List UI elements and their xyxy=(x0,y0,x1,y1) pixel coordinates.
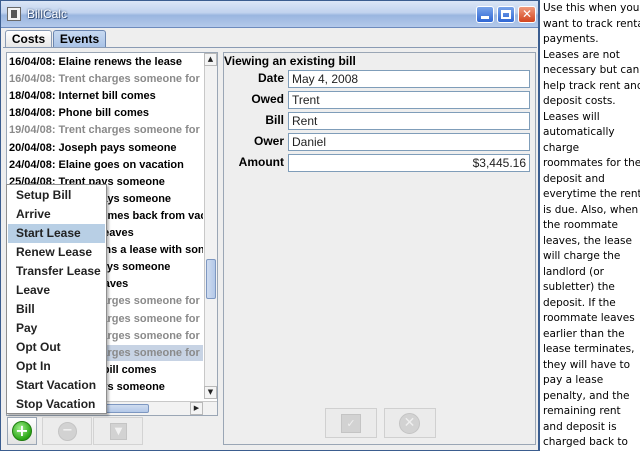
scroll-up-button[interactable]: ▲ xyxy=(204,53,217,66)
menu-item-bill[interactable]: Bill xyxy=(8,300,105,319)
bill-form: Viewing an existing bill ✓ ✕ Date May 4, … xyxy=(223,52,536,445)
date-label: Date xyxy=(257,71,284,85)
tab-events[interactable]: Events xyxy=(53,30,106,48)
amount-field[interactable]: $3,445.16 xyxy=(288,154,530,172)
help-text-line: Leases will xyxy=(543,110,600,123)
event-list-item[interactable]: 18/04/08: Internet bill comes xyxy=(9,88,203,104)
help-text-line: Use this when you xyxy=(543,2,640,14)
help-text-line: want to track rental xyxy=(543,17,640,30)
help-text-line: the roommate xyxy=(543,219,618,231)
help-text-line: earlier than the xyxy=(543,327,625,340)
arrow-down-icon: ▼ xyxy=(207,388,214,396)
scroll-down-button[interactable]: ▼ xyxy=(204,386,217,399)
help-text-line: payments. xyxy=(543,33,599,45)
window-title: BillCalc xyxy=(27,7,68,21)
event-list-item[interactable]: 19/04/08: Trent charges someone for xyxy=(9,122,203,138)
arrow-up-icon: ▲ xyxy=(207,55,214,63)
help-text-line: Leases are not xyxy=(543,48,620,61)
horizontal-scroll-thumb[interactable] xyxy=(105,404,149,413)
help-text-line: everytime the rent xyxy=(543,188,640,200)
help-text-line: necessary but can xyxy=(543,64,640,76)
check-icon: ✓ xyxy=(341,414,361,433)
help-text-line: deposit. If the xyxy=(543,296,616,309)
menu-item-start-lease[interactable]: Start Lease xyxy=(8,224,105,243)
event-list-item[interactable]: 20/04/08: Joseph pays someone xyxy=(9,140,203,156)
event-list-item[interactable]: 16/04/08: Trent charges someone for xyxy=(9,71,203,87)
add-event-button[interactable]: + xyxy=(7,417,37,445)
help-text-line: landlord (or xyxy=(543,265,604,278)
help-text-line: roommate leaves xyxy=(543,312,635,324)
date-field[interactable]: May 4, 2008 xyxy=(288,70,530,88)
menu-item-arrive[interactable]: Arrive xyxy=(8,205,105,224)
scroll-right-button[interactable]: ▶ xyxy=(190,402,203,415)
edit-event-button[interactable]: ▼ xyxy=(93,417,143,445)
arrow-right-icon: ▶ xyxy=(193,404,200,412)
minimize-icon xyxy=(481,16,489,19)
menu-item-opt-in[interactable]: Opt In xyxy=(8,357,105,376)
owed-label: Owed xyxy=(251,92,284,106)
ower-label: Ower xyxy=(253,134,284,148)
help-text-line: lease terminates, xyxy=(543,343,635,355)
down-arrow-icon: ▼ xyxy=(110,423,127,440)
menu-item-setup-bill[interactable]: Setup Bill xyxy=(8,186,105,205)
help-text-line: deposit costs. xyxy=(543,95,616,107)
cancel-button[interactable]: ✕ xyxy=(384,408,436,438)
vertical-scrollbar[interactable]: ▲ ▼ xyxy=(204,53,217,399)
menu-item-transfer-lease[interactable]: Transfer Lease xyxy=(8,262,105,281)
minimize-button[interactable] xyxy=(476,6,494,23)
help-text-line: leaves, the lease xyxy=(543,234,632,247)
menu-item-pay[interactable]: Pay xyxy=(8,319,105,338)
owed-field[interactable]: Trent xyxy=(288,91,530,109)
plus-icon: + xyxy=(12,421,32,441)
minus-icon: − xyxy=(58,422,77,441)
help-text-line: penalty, and the xyxy=(543,389,630,402)
accept-button[interactable]: ✓ xyxy=(325,408,377,438)
app-icon xyxy=(7,7,21,21)
bill-label: Bill xyxy=(265,113,284,127)
help-text-line: they will have to xyxy=(543,358,631,371)
close-icon: ✕ xyxy=(521,7,533,21)
help-text-line: remaining rent xyxy=(543,405,621,417)
event-list-item[interactable]: 18/04/08: Phone bill comes xyxy=(9,105,203,121)
maximize-icon xyxy=(501,10,511,19)
menu-item-renew-lease[interactable]: Renew Lease xyxy=(8,243,105,262)
help-text-line: will charge the xyxy=(543,250,621,262)
event-list-item[interactable]: 16/04/08: Elaine renews the lease xyxy=(9,54,203,70)
x-icon: ✕ xyxy=(399,413,420,434)
event-type-menu: Setup Bill Arrive Start Lease Renew Lease Tr… xyxy=(6,184,107,414)
help-text-line: charged back to xyxy=(543,436,628,448)
help-text-line: subletter) the xyxy=(543,281,615,293)
menu-item-stop-vacation[interactable]: Stop Vacation xyxy=(8,395,105,414)
help-text: Use this when you want to track rental pay… xyxy=(543,1,640,451)
menu-item-leave[interactable]: Leave xyxy=(8,281,105,300)
tab-divider xyxy=(3,47,537,48)
amount-label: Amount xyxy=(238,155,284,169)
remove-event-button[interactable]: − xyxy=(42,417,92,445)
help-text-line: charge xyxy=(543,141,580,154)
help-text-line: is due. Also, when xyxy=(543,203,639,216)
maximize-button[interactable] xyxy=(497,6,515,23)
title-bar[interactable]: BillCalc ✕ xyxy=(1,1,538,28)
help-text-line: automatically xyxy=(543,126,615,138)
help-text-line: pay a lease xyxy=(543,374,604,386)
help-text-line: help track rent and xyxy=(543,79,640,92)
form-heading: Viewing an existing bill xyxy=(224,54,356,68)
event-list-item[interactable]: 24/04/08: Elaine goes on vacation xyxy=(9,157,203,173)
help-text-line: and deposit is xyxy=(543,420,617,433)
menu-item-start-vacation[interactable]: Start Vacation xyxy=(8,376,105,395)
vertical-scroll-thumb[interactable] xyxy=(206,259,216,299)
ower-field[interactable]: Daniel xyxy=(288,133,530,151)
help-text-line: deposit and xyxy=(543,172,605,185)
bill-field[interactable]: Rent xyxy=(288,112,530,130)
app-window: BillCalc ✕ Costs Events 16/04/08: Elaine… xyxy=(0,0,540,451)
menu-item-opt-out[interactable]: Opt Out xyxy=(8,338,105,357)
close-button[interactable]: ✕ xyxy=(518,6,536,23)
help-text-line: roommates for the xyxy=(543,157,640,169)
tab-costs[interactable]: Costs xyxy=(5,30,52,48)
